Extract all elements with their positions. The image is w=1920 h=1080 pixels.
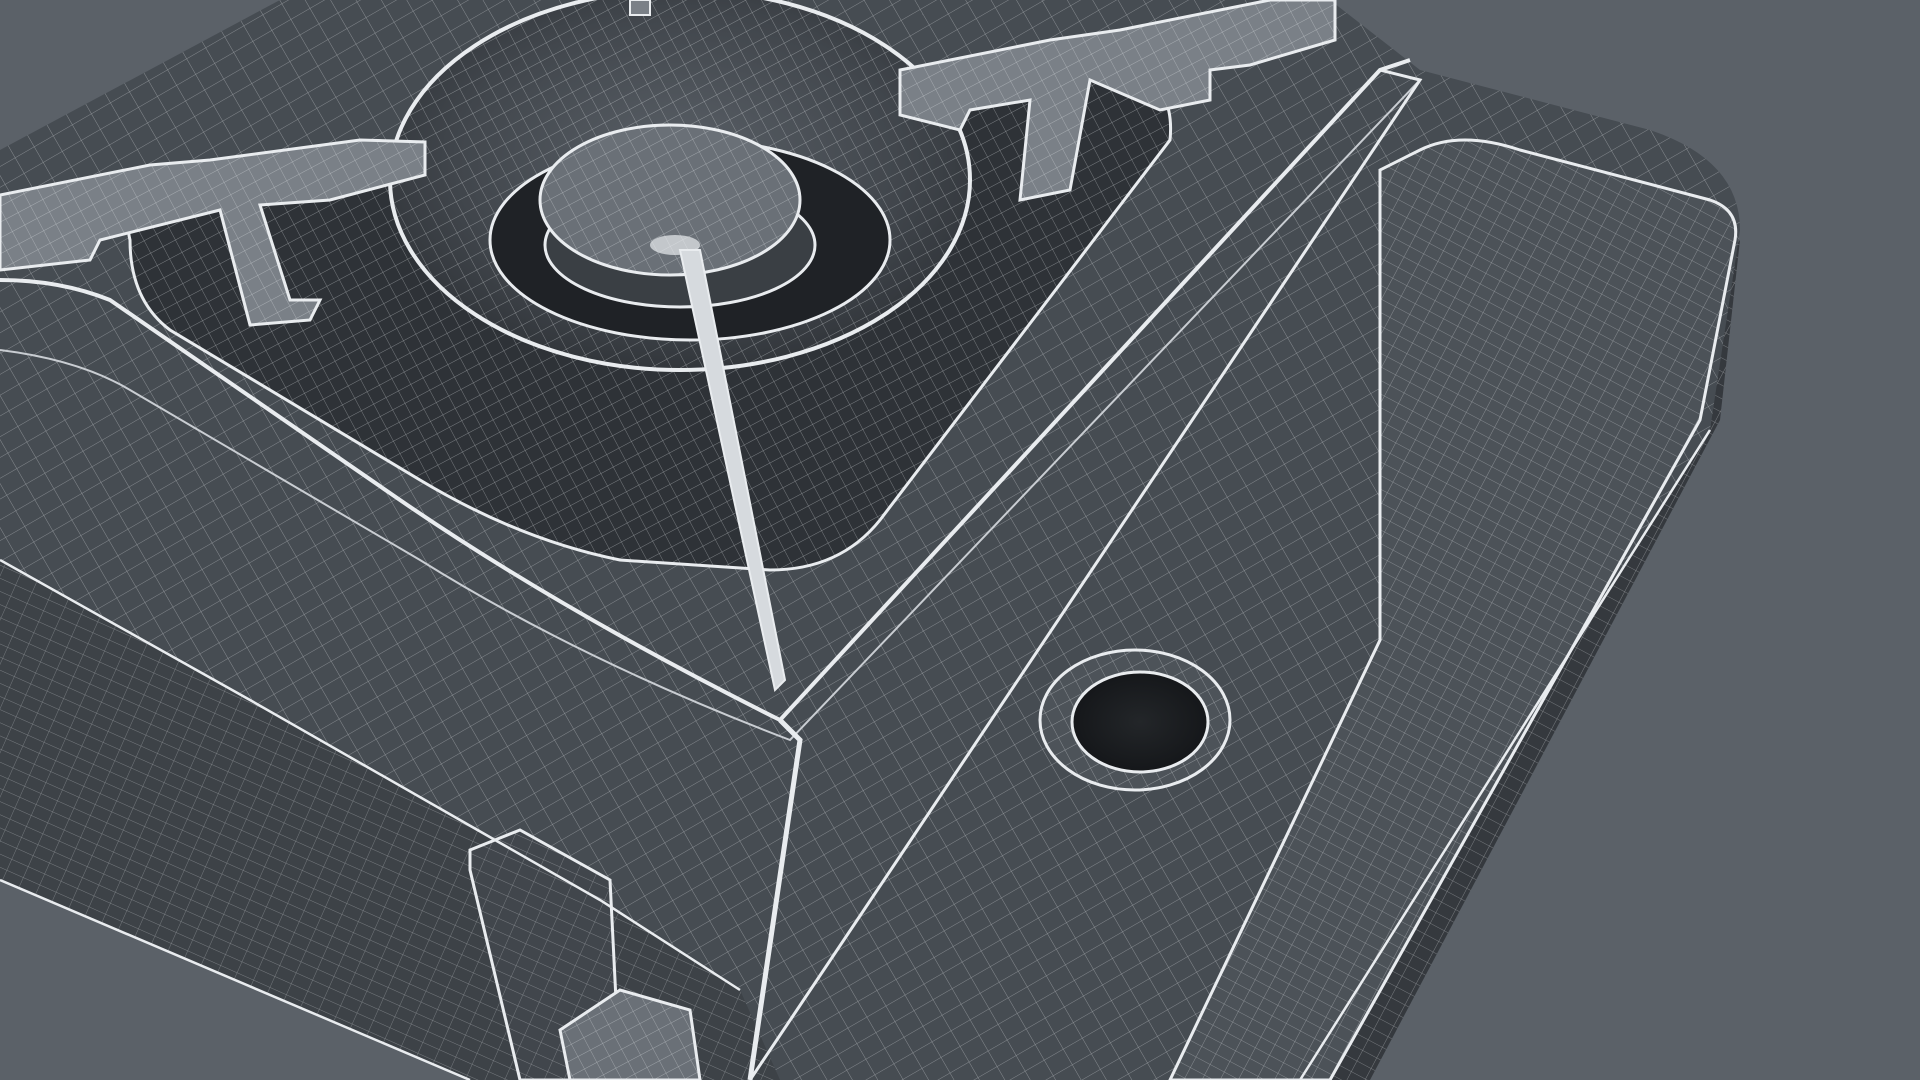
pot-support-top: [629, 0, 651, 16]
stove-wireframe-render: [0, 0, 1740, 1080]
render-viewport: [0, 0, 1920, 1080]
control-knob-hole: [1038, 648, 1232, 792]
